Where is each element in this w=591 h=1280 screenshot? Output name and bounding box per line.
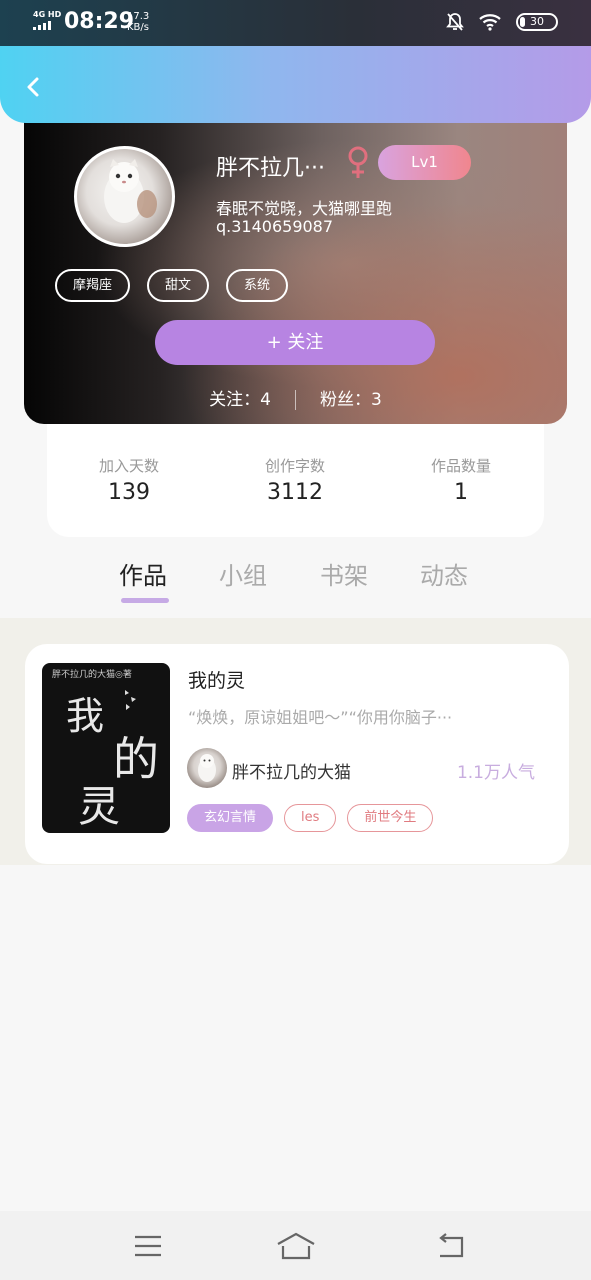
speed-unit: KB/s <box>127 22 149 33</box>
status-bar: 4G HD 08:29 17.3 KB/s 30 <box>0 0 591 46</box>
follow-counts: 关注：4 粉丝：3 <box>24 385 567 410</box>
user-bio: 春眠不觉晓，大猫哪里跑 <box>216 199 393 218</box>
profile-tag[interactable]: 甜文 <box>147 269 210 302</box>
signal-bars-icon <box>33 21 61 30</box>
butterfly-icon <box>125 690 136 710</box>
system-nav-bar <box>0 1211 591 1280</box>
tab-groups[interactable]: 小组 <box>219 556 267 591</box>
menu-button[interactable] <box>128 1229 168 1263</box>
female-icon <box>348 146 368 178</box>
speed-value: 17.3 <box>127 11 150 22</box>
network-type: 4G HD <box>33 10 62 19</box>
header-bar: 4G HD 08:29 17.3 KB/s 30 <box>0 0 591 123</box>
tab-works[interactable]: 作品 <box>119 556 167 591</box>
signal-indicator: 4G HD <box>33 10 61 30</box>
user-qq: q.3140659087 <box>216 217 334 236</box>
cover-byline: 胖不拉几的大猫◎著 <box>52 670 132 680</box>
status-icons: 30 <box>446 12 558 32</box>
cover-title-char: 灵 <box>78 782 121 831</box>
stat-value: 1 <box>454 480 468 505</box>
stat-value: 139 <box>108 480 150 505</box>
work-tag[interactable]: 前世今生 <box>347 804 434 832</box>
avatar[interactable] <box>74 146 175 247</box>
clock: 08:29 <box>64 9 135 34</box>
stat-label: 创作字数 <box>264 457 325 475</box>
work-title[interactable]: 我的灵 <box>188 666 245 693</box>
work-excerpt: “焕焕，原谅姐姐吧～”“你用你脑子··· <box>188 708 453 727</box>
tab-bookshelf[interactable]: 书架 <box>320 556 368 591</box>
book-cover[interactable]: 胖不拉几的大猫◎著 我 的 灵 <box>42 663 170 833</box>
fans-count[interactable]: 粉丝：3 <box>320 390 382 410</box>
tab-activity[interactable]: 动态 <box>420 556 468 591</box>
profile-tag[interactable]: 摩羯座 <box>55 269 131 302</box>
cat-avatar-image <box>104 159 157 223</box>
work-tags: 玄幻言情 les 前世今生 <box>187 804 434 832</box>
cat-avatar-image <box>198 754 216 782</box>
profile-tags: 摩羯座 甜文 系统 <box>55 269 289 302</box>
stats-panel: 加入天数 139 创作字数 3112 作品数量 1 <box>47 405 544 537</box>
back-nav-button[interactable] <box>430 1229 470 1263</box>
hamburger-icon <box>135 1235 161 1257</box>
profile-card: 胖不拉几··· Lv1 春眠不觉晓，大猫哪里跑 q.3140659087 摩羯座… <box>24 105 567 424</box>
author-avatar[interactable] <box>187 748 227 788</box>
works-list: 胖不拉几的大猫◎著 我 的 灵 我的灵 “焕焕，原谅姐姐吧～”“你用你脑子···… <box>0 618 591 865</box>
back-button[interactable] <box>18 72 48 102</box>
stat-join-days: 加入天数 139 <box>69 455 189 505</box>
profile-tag[interactable]: 系统 <box>226 269 289 302</box>
work-card[interactable]: 胖不拉几的大猫◎著 我 的 灵 我的灵 “焕焕，原谅姐姐吧～”“你用你脑子···… <box>25 644 569 864</box>
stat-label: 加入天数 <box>98 457 159 475</box>
follow-button[interactable]: + 关注 <box>155 320 435 365</box>
cover-title-char: 我 <box>66 694 105 738</box>
wifi-icon <box>479 14 501 31</box>
work-tag[interactable]: les <box>284 804 337 832</box>
return-icon <box>439 1233 464 1258</box>
battery-indicator: 30 <box>516 13 558 31</box>
popularity: 1.1万人气 <box>456 763 535 783</box>
user-name: 胖不拉几··· <box>216 156 325 181</box>
stat-value: 3112 <box>267 480 323 505</box>
chevron-left-icon <box>27 77 39 97</box>
stat-word-count: 创作字数 3112 <box>235 455 355 505</box>
stat-works-count: 作品数量 1 <box>401 455 521 505</box>
profile-tabs: 作品 小组 书架 动态 <box>0 552 591 618</box>
level-badge: Lv1 <box>378 145 471 180</box>
following-count[interactable]: 关注：4 <box>209 390 271 410</box>
network-speed: 17.3 KB/s <box>127 11 149 33</box>
home-icon <box>277 1232 315 1260</box>
divider <box>295 390 296 410</box>
author-name[interactable]: 胖不拉几的大猫 <box>232 758 351 783</box>
bell-slash-icon <box>446 13 464 31</box>
work-tag[interactable]: 玄幻言情 <box>187 804 274 832</box>
active-tab-indicator <box>121 598 169 603</box>
home-button[interactable] <box>276 1229 316 1263</box>
stat-label: 作品数量 <box>430 457 491 475</box>
